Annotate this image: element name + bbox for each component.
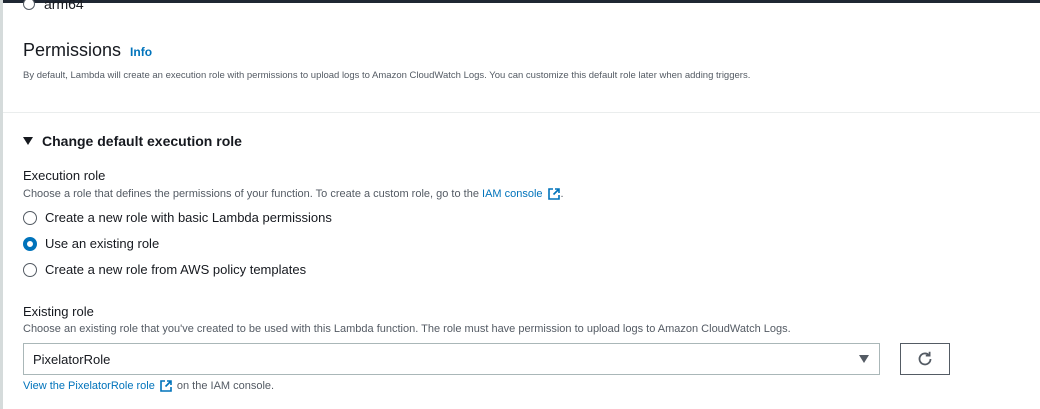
execution-role-description: Choose a role that defines the permissio… [23, 187, 564, 201]
caret-down-icon [859, 355, 869, 363]
refresh-button[interactable] [900, 343, 950, 375]
change-execution-role-expander[interactable]: Change default execution role [23, 133, 242, 149]
expander-label: Change default execution role [42, 133, 242, 149]
section-divider [3, 112, 1040, 113]
description-period: . [560, 188, 564, 200]
role-option-create-basic[interactable]: Create a new role with basic Lambda perm… [23, 210, 332, 225]
role-option-policy-templates[interactable]: Create a new role from AWS policy templa… [23, 262, 306, 277]
role-option-use-existing[interactable]: Use an existing role [23, 236, 159, 251]
existing-role-label: Existing role [23, 304, 94, 319]
radio-button[interactable] [23, 0, 35, 10]
execution-role-description-text: Choose a role that defines the permissio… [23, 188, 479, 200]
radio-button[interactable] [23, 210, 37, 225]
role-option-label: Use an existing role [45, 236, 160, 251]
view-role-suffix: on the IAM console. [176, 380, 275, 392]
top-border [0, 0, 1040, 3]
info-link[interactable]: Info [130, 45, 152, 59]
container-left-border [0, 0, 3, 409]
role-option-label: Create a new role from AWS policy templa… [45, 262, 307, 277]
iam-console-link[interactable]: IAM console [482, 188, 543, 200]
external-link-icon[interactable] [547, 187, 561, 201]
permissions-heading: Permissions Info [23, 40, 152, 61]
role-option-label: Create a new role with basic Lambda perm… [45, 210, 332, 225]
permissions-title: Permissions [23, 40, 122, 60]
view-role-row: View the PixelatorRole role on the IAM c… [23, 379, 274, 393]
external-link-icon[interactable] [159, 379, 173, 393]
radio-button[interactable] [23, 262, 37, 277]
radio-button-selected[interactable] [23, 236, 37, 251]
existing-role-value: PixelatorRole [33, 351, 111, 367]
existing-role-description: Choose an existing role that you've crea… [23, 323, 791, 335]
view-role-link[interactable]: View the PixelatorRole role [23, 380, 155, 392]
existing-role-select[interactable]: PixelatorRole [23, 343, 880, 375]
refresh-icon [918, 351, 932, 366]
permissions-description: By default, Lambda will create an execut… [23, 70, 751, 81]
architecture-option-arm64[interactable]: arm64 [23, 0, 84, 12]
architecture-option-label: arm64 [44, 0, 84, 12]
caret-expanded-icon [23, 137, 33, 145]
execution-role-label: Execution role [23, 168, 106, 183]
